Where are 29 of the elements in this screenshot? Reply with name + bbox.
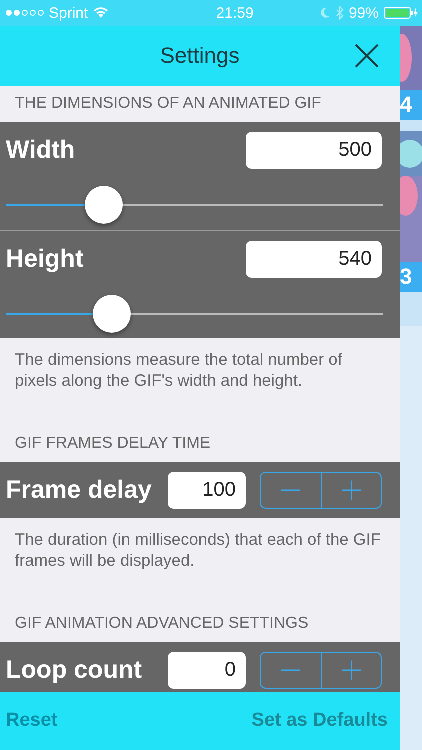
value-field[interactable]: 0 xyxy=(168,652,246,688)
section-description: The dimensions measure the total number of pixels along the GIF's width and height. xyxy=(14,350,344,392)
stepper-control[interactable] xyxy=(260,652,382,688)
value-field[interactable]: 500 xyxy=(246,132,382,169)
clock-time: 21:59 xyxy=(215,4,254,22)
setting-label: Loop count xyxy=(6,656,142,684)
signal-icon xyxy=(6,10,44,16)
close-icon[interactable] xyxy=(354,43,380,69)
wifi-icon xyxy=(93,7,110,19)
nav-title: Settings xyxy=(160,43,240,69)
stepper-control[interactable] xyxy=(260,472,382,508)
carrier-name: Sprint xyxy=(49,4,88,22)
battery-percent: 99% xyxy=(348,4,379,22)
section-header: THE DIMENSIONS OF AN ANIMATED GIF xyxy=(14,94,322,114)
photo-label: 3 xyxy=(400,262,422,292)
value-field[interactable]: 540 xyxy=(246,241,382,278)
section-header: GIF FRAMES DELAY TIME xyxy=(14,434,212,454)
value-field[interactable]: 100 xyxy=(168,472,246,508)
setting-label: Width xyxy=(6,136,76,165)
section-header: GIF ANIMATION ADVANCED SETTINGS xyxy=(14,614,310,634)
slider-thumb[interactable] xyxy=(85,186,124,224)
bluetooth-icon xyxy=(336,6,344,20)
slider-thumb[interactable] xyxy=(92,295,131,333)
setting-label: Height xyxy=(6,245,84,274)
battery-charging-icon xyxy=(384,7,418,19)
moon-icon xyxy=(320,7,331,19)
setting-label: Frame delay xyxy=(6,476,152,504)
photo-label: 4 xyxy=(400,90,422,120)
section-description: The duration (in milliseconds) that each of the GIF frames will be displayed. xyxy=(14,530,382,572)
